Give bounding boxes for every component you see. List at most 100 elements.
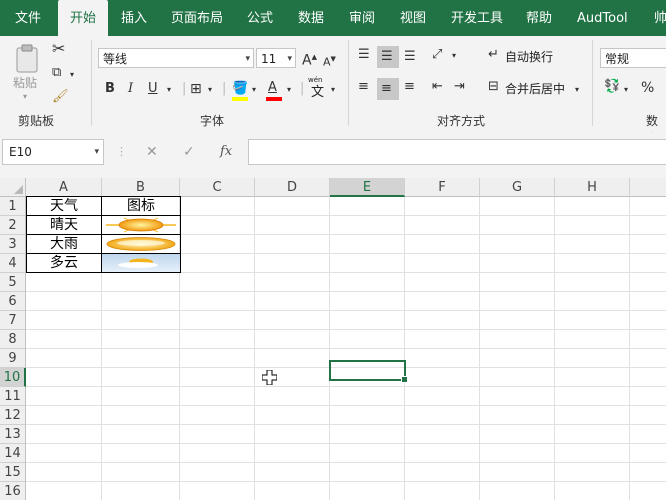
row-header[interactable]: 11 — [0, 387, 26, 406]
name-box[interactable]: E10 ▾ — [2, 139, 104, 165]
tab-insert[interactable]: 插入 — [121, 0, 147, 36]
align-middle-button[interactable]: ☰ — [377, 46, 399, 68]
underline-icon[interactable]: U — [148, 80, 158, 98]
row-header[interactable]: 2 — [0, 216, 26, 235]
cloud-icon[interactable] — [102, 254, 180, 272]
select-all-corner[interactable] — [0, 178, 26, 197]
cell-a1[interactable]: 天气 — [27, 197, 101, 216]
column-header-f[interactable]: F — [405, 178, 480, 197]
cut-icon[interactable]: ✂ — [52, 40, 65, 58]
phonetic-button[interactable]: wén 文 — [308, 76, 330, 104]
number-format-select[interactable]: 常规 — [600, 48, 666, 68]
font-size-value: 11 — [261, 52, 277, 66]
column-header-c[interactable]: C — [180, 178, 255, 197]
tab-data[interactable]: 数据 — [298, 0, 324, 36]
font-color-icon: A — [268, 80, 277, 95]
accounting-dropdown-icon[interactable]: ▾ — [624, 81, 628, 99]
tab-developer[interactable]: 开发工具 — [451, 0, 503, 36]
borders-icon[interactable]: ⊞ — [190, 80, 202, 98]
borders-dropdown-icon[interactable]: ▾ — [208, 81, 212, 99]
font-family-select[interactable]: 等线 ▾ — [98, 48, 254, 68]
italic-icon[interactable]: I — [128, 80, 133, 98]
column-header-partial[interactable] — [630, 178, 666, 197]
row-header[interactable]: 14 — [0, 444, 26, 463]
tab-overflow[interactable]: 帅 — [654, 0, 666, 36]
row-header[interactable]: 12 — [0, 406, 26, 425]
rain-icon[interactable] — [102, 235, 180, 253]
tab-help[interactable]: 帮助 — [526, 0, 552, 36]
number-format-value: 常规 — [605, 52, 630, 66]
bold-icon[interactable]: B — [105, 80, 115, 98]
align-right-icon[interactable]: ≡ — [404, 78, 415, 96]
paste-button[interactable]: 粘贴 ▾ — [10, 42, 44, 102]
decrease-indent-icon[interactable]: ⇤ — [432, 78, 443, 96]
copy-dropdown-icon[interactable]: ▾ — [70, 66, 74, 84]
fill-dropdown-icon[interactable]: ▾ — [252, 81, 256, 99]
cell-b1[interactable]: 图标 — [102, 197, 180, 216]
merge-center-label[interactable]: 合并后居中 — [505, 80, 565, 98]
orientation-dropdown-icon[interactable]: ▾ — [452, 47, 456, 65]
fill-color-button[interactable]: 🪣 — [231, 80, 251, 102]
row-header[interactable]: 16 — [0, 482, 26, 500]
merge-center-icon[interactable]: ⊟ — [488, 78, 499, 96]
merge-dropdown-icon[interactable]: ▾ — [575, 81, 579, 99]
tab-home[interactable]: 开始 — [58, 0, 108, 36]
wrap-text-label[interactable]: 自动换行 — [505, 48, 553, 66]
tab-review[interactable]: 审阅 — [349, 0, 375, 36]
increase-indent-icon[interactable]: ⇥ — [454, 78, 465, 96]
row-header[interactable]: 4 — [0, 254, 26, 273]
formula-input[interactable] — [248, 139, 666, 165]
chevron-down-icon[interactable]: ▾ — [94, 140, 99, 164]
row-header[interactable]: 1 — [0, 197, 26, 216]
decrease-font-icon[interactable]: A▼ — [323, 50, 336, 72]
font-color-dropdown-icon[interactable]: ▾ — [287, 81, 291, 99]
column-header-b[interactable]: B — [102, 178, 180, 197]
cell-a2[interactable]: 晴天 — [27, 216, 101, 235]
row-header[interactable]: 6 — [0, 292, 26, 311]
align-top-icon[interactable]: ☰ — [358, 46, 370, 64]
column-header-e[interactable]: E — [330, 178, 405, 197]
row-header[interactable]: 8 — [0, 330, 26, 349]
gridline — [26, 291, 666, 292]
column-header-a[interactable]: A — [26, 178, 102, 197]
wrap-text-icon[interactable]: ↵ — [488, 46, 499, 64]
percent-icon[interactable]: % — [641, 79, 654, 97]
increase-font-icon[interactable]: A▲ — [302, 48, 317, 70]
orientation-icon[interactable]: ⤢ — [432, 46, 442, 64]
enter-icon[interactable]: ✓ — [183, 139, 195, 165]
accounting-format-icon[interactable]: 💱 — [604, 78, 620, 96]
tab-audtool[interactable]: AudTool — [577, 0, 628, 36]
row-header[interactable]: 15 — [0, 463, 26, 482]
align-bottom-icon[interactable]: ☰ — [404, 48, 416, 66]
font-size-select[interactable]: 11 ▾ — [256, 48, 296, 68]
insert-function-icon[interactable]: fx — [220, 139, 232, 165]
tab-formulas[interactable]: 公式 — [247, 0, 273, 36]
column-header-d[interactable]: D — [255, 178, 330, 197]
format-painter-icon[interactable]: 🖌 — [52, 88, 69, 106]
cell-a3[interactable]: 大雨 — [27, 235, 101, 254]
tab-view[interactable]: 视图 — [400, 0, 426, 36]
selected-cell-e10[interactable] — [329, 360, 408, 383]
column-header-g[interactable]: G — [480, 178, 555, 197]
gridline — [26, 424, 666, 425]
underline-dropdown-icon[interactable]: ▾ — [167, 81, 171, 99]
row-header[interactable]: 5 — [0, 273, 26, 292]
tab-file[interactable]: 文件 — [15, 0, 41, 36]
phonetic-dropdown-icon[interactable]: ▾ — [331, 81, 335, 99]
align-center-button[interactable]: ≡ — [377, 78, 399, 100]
tab-page-layout[interactable]: 页面布局 — [171, 0, 223, 36]
align-left-icon[interactable]: ≡ — [358, 78, 369, 96]
font-color-button[interactable]: A — [265, 80, 285, 102]
column-header-h[interactable]: H — [555, 178, 630, 197]
spreadsheet-grid: A B C D E F G H 1 2 3 4 5 6 7 8 9 10 11 … — [0, 178, 666, 500]
row-header[interactable]: 9 — [0, 349, 26, 368]
row-header[interactable]: 13 — [0, 425, 26, 444]
copy-icon[interactable]: ⧉ — [52, 64, 61, 82]
row-header[interactable]: 3 — [0, 235, 26, 254]
row-header[interactable]: 7 — [0, 311, 26, 330]
cell-a4[interactable]: 多云 — [27, 254, 101, 273]
row-header[interactable]: 10 — [0, 368, 26, 387]
paste-dropdown-icon[interactable]: ▾ — [23, 88, 27, 106]
sun-icon[interactable] — [102, 216, 180, 234]
cancel-icon[interactable]: ✕ — [146, 139, 158, 165]
